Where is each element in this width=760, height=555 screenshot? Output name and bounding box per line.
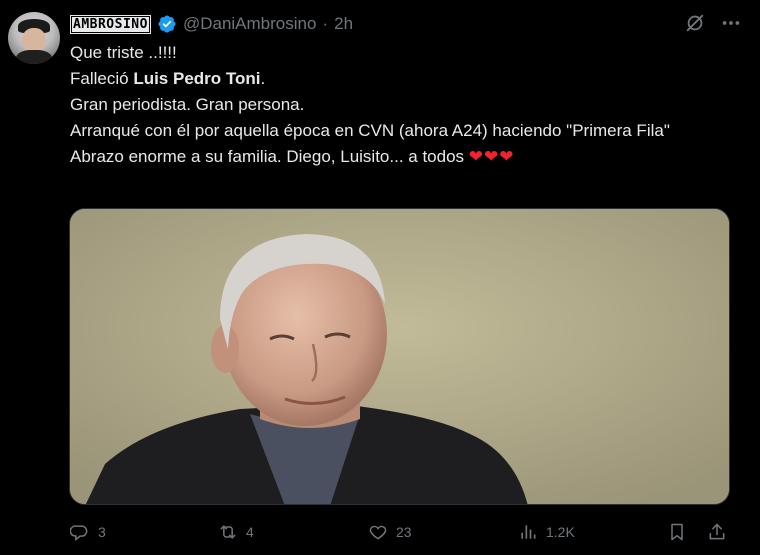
repost-icon [220,525,236,539]
like-count: 23 [396,524,412,540]
views-icon [521,525,536,539]
timestamp[interactable]: 2h [334,14,353,34]
tweet-line: Que triste ..!!!! [70,43,177,62]
bookmark-button[interactable] [667,518,687,546]
like-icon [369,525,387,540]
views-count: 1.2K [546,524,575,540]
user-handle[interactable]: @DaniAmbrosino [183,14,316,34]
tweet: AMBROSINO @DaniAmbrosino · 2h Que triste… [0,0,760,555]
display-name[interactable]: AMBROSINO [70,14,151,34]
tweet-line: Arranqué con él por aquella época en CVN… [70,121,670,140]
photo-illustration [70,209,729,504]
tweet-line: Falleció Luis Pedro Toni. [70,66,740,92]
tweet-text-span: Falleció [70,69,134,88]
top-actions [684,12,742,34]
separator-dot: · [322,14,329,33]
share-icon [709,523,725,540]
tweet-text: Que triste ..!!!! Falleció Luis Pedro To… [70,40,740,170]
tweet-line: Gran periodista. Gran persona. [70,95,305,114]
avatar[interactable] [8,12,60,64]
repost-button[interactable]: 4 [218,518,254,546]
like-button[interactable]: 23 [368,518,412,546]
repost-count: 4 [246,524,254,540]
more-icon[interactable] [720,12,742,34]
bookmark-icon [671,523,683,541]
reply-count: 3 [98,524,106,540]
tweet-text-span: Abrazo enorme a su familia. Diego, Luisi… [70,147,465,166]
tweet-text-span: . [260,69,266,88]
tweet-line: Abrazo enorme a su familia. Diego, Luisi… [70,144,740,170]
reply-button[interactable]: 3 [70,518,106,546]
share-button[interactable] [707,518,727,546]
tweet-actions-bar: 3 4 23 1.2K [70,518,735,546]
tweet-media-photo[interactable] [69,208,730,505]
reply-icon [70,525,88,542]
tweet-bold-name: Luis Pedro Toni [133,69,261,88]
heart-emoji-icon: ❤❤❤ [468,147,515,166]
verified-badge-icon [157,14,177,34]
grok-icon[interactable] [684,12,706,34]
views-button[interactable]: 1.2K [518,518,575,546]
tweet-header: AMBROSINO @DaniAmbrosino · 2h [70,12,353,36]
